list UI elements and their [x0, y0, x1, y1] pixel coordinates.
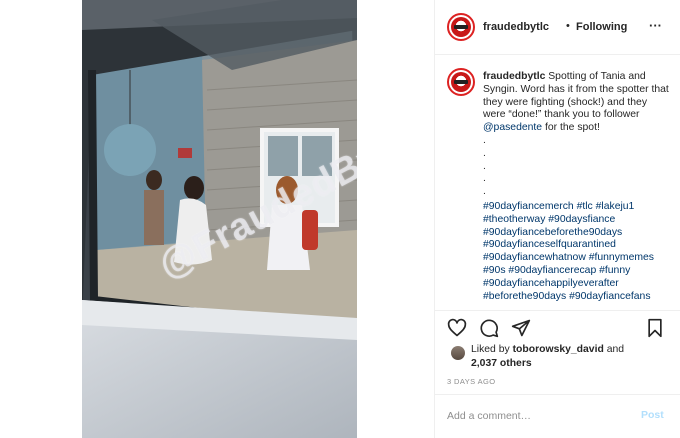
avatar-logo-icon	[451, 72, 471, 92]
avatar-logo-icon	[451, 17, 471, 37]
following-button[interactable]: Following	[576, 21, 627, 33]
action-bar	[435, 310, 680, 342]
comment-bar: Post	[435, 394, 680, 438]
caption-avatar[interactable]	[447, 68, 475, 96]
save-bookmark-icon[interactable]	[645, 318, 665, 338]
liker-avatar[interactable]	[451, 346, 465, 360]
post-header: fraudedbytlc • Following ···	[435, 0, 680, 55]
like-heart-icon[interactable]	[447, 318, 467, 338]
likes-summary: Liked by toborowsky_david and 2,037 othe…	[471, 343, 671, 371]
hashtag-line[interactable]: #90dayfiancewhatnow #funnymemes	[483, 252, 673, 265]
hashtag-line[interactable]: #90dayfianceselfquarantined	[483, 239, 673, 252]
post-side-panel: fraudedbytlc • Following ··· fraudedbytl…	[434, 0, 680, 438]
header-username-link[interactable]: fraudedbytlc	[483, 21, 549, 33]
hashtag-line[interactable]: #90s #90dayfiancerecap #funny	[483, 265, 673, 278]
likes-and: and	[603, 344, 625, 355]
hashtag-line[interactable]: #beforethe90days #90dayfiancefans	[483, 291, 673, 304]
separator-dot: •	[566, 20, 570, 32]
post-timestamp[interactable]: 3 DAYS AGO	[447, 377, 495, 386]
likes-prefix: Liked by	[471, 344, 513, 355]
caption-dot: .	[483, 160, 486, 172]
more-options-icon[interactable]: ···	[649, 18, 662, 33]
caption-body-end: for the spot!	[542, 122, 600, 134]
hashtag-line[interactable]: #90dayfiancemerch #tlc #lakeju1	[483, 201, 673, 214]
caption-username-link[interactable]: fraudedbytlc	[483, 71, 545, 82]
instagram-post: @FraudedByTLC fraudedbytlc • Following ·…	[0, 0, 680, 438]
caption-text: fraudedbytlc Spotting of Tania and Syngi…	[483, 71, 671, 199]
caption-dot: .	[483, 186, 486, 198]
liker-username-link[interactable]: toborowsky_david	[513, 344, 604, 355]
hashtag-line[interactable]: #theotherway #90daysfiance	[483, 214, 673, 227]
hashtag-line[interactable]: #90dayfiancebeforethe90days	[483, 227, 673, 240]
likes-count-link[interactable]: 2,037 others	[471, 358, 532, 369]
caption-dot: .	[483, 147, 486, 159]
caption-dot: .	[483, 134, 486, 146]
hashtag-line[interactable]: #90dayfiancehappilyeverafter	[483, 278, 673, 291]
comment-bubble-icon[interactable]	[479, 318, 499, 338]
hashtag-list: #90dayfiancemerch #tlc #lakeju1 #theothe…	[483, 201, 673, 303]
profile-avatar[interactable]	[447, 13, 475, 41]
mention-link[interactable]: @pasedente	[483, 122, 542, 133]
post-comment-button[interactable]: Post	[641, 409, 664, 421]
media-area: @FraudedByTLC	[0, 0, 434, 438]
comment-input[interactable]	[447, 407, 627, 425]
post-photo[interactable]: @FraudedByTLC	[82, 0, 357, 438]
share-paper-plane-icon[interactable]	[511, 318, 531, 338]
caption-dot: .	[483, 173, 486, 185]
